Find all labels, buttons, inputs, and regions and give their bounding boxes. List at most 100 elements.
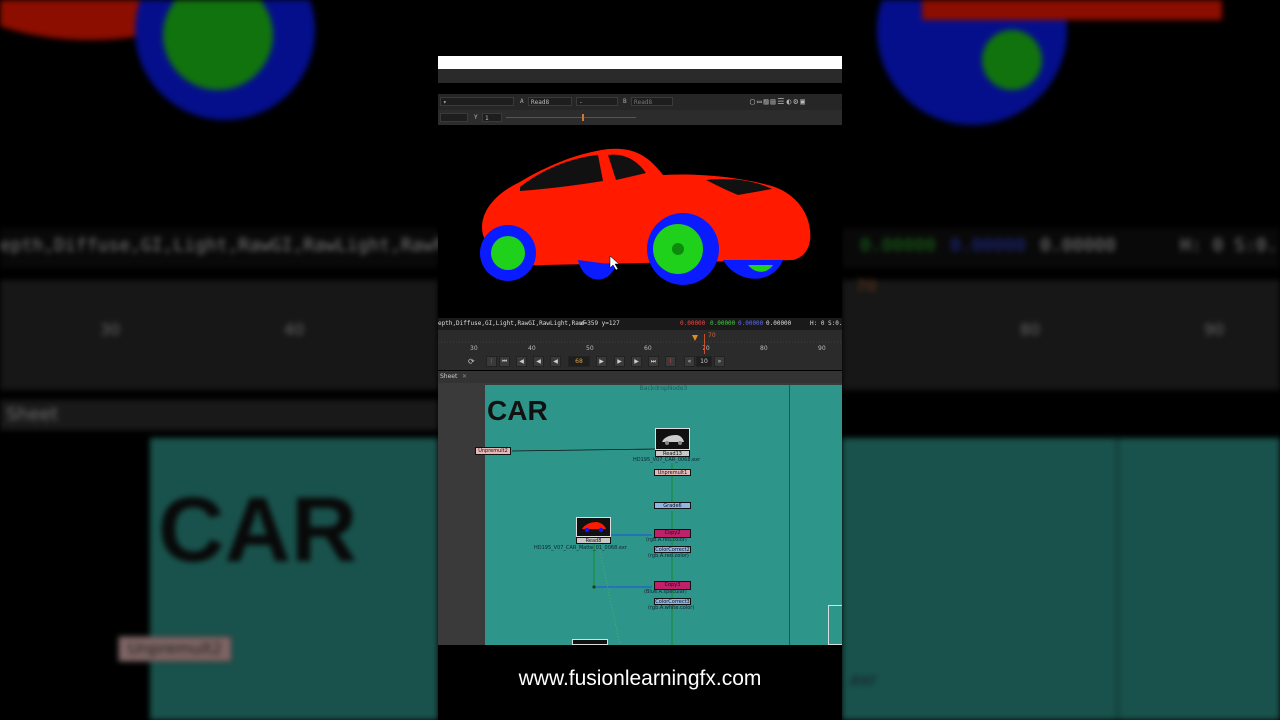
input-a-letter: A: [520, 98, 524, 105]
read8-filename: HD195_V07_CAR_Matte_01_0068.exr: [534, 545, 627, 551]
background-tick-90: 90: [1204, 320, 1225, 339]
background-wheel-preview: [877, 0, 1222, 125]
menu-bar: [438, 69, 842, 83]
nuke-interface: ▾ A Read8 - B Read8 ▢▭▨▤☰◐⚙▣ Y 1 epth,Di…: [438, 0, 842, 720]
channels-readout: epth,Diffuse,GI,Light,RawGI,RawLight,Raw…: [438, 320, 587, 327]
playhead-line: [704, 334, 705, 354]
input-b-value: Read8: [634, 99, 653, 106]
background-tick-30: 30: [100, 320, 121, 339]
viewer-toolbar-secondary: Y 1: [438, 110, 842, 125]
colorcorrect2-node[interactable]: ColorCorrect2: [654, 546, 691, 553]
timeline[interactable]: 30 40 50 60 70 80 90 70: [438, 330, 842, 354]
title-bar: [438, 56, 842, 69]
input-a-dropdown[interactable]: Read8: [528, 97, 572, 106]
y-field[interactable]: 1: [482, 113, 502, 122]
y-value: 1: [485, 115, 489, 122]
current-frame-field[interactable]: 68: [568, 356, 590, 367]
next-frame-button[interactable]: ▶: [614, 356, 625, 367]
car-matte-thumbnail-icon: [582, 522, 606, 533]
viewer-tool-icons[interactable]: ▢▭▨▤☰◐⚙▣: [750, 97, 807, 106]
out-point-button[interactable]: I: [665, 356, 676, 367]
next-keyframe-button[interactable]: ▶: [631, 356, 642, 367]
video-caption: www.fusionlearningfx.com: [438, 645, 842, 720]
last-frame-button[interactable]: ⏭: [648, 356, 659, 367]
unpremult1-node[interactable]: Unpremult1: [654, 469, 691, 476]
background-exr: .exr: [846, 670, 877, 689]
hs-readout: H: 0 S:0.: [810, 320, 842, 327]
tab-sheet[interactable]: Sheet: [440, 371, 457, 383]
grade-node[interactable]: Grade6: [654, 502, 691, 509]
step-forward-button[interactable]: »: [714, 356, 725, 367]
in-point-button[interactable]: I: [486, 356, 497, 367]
timeline-ruler: [438, 341, 842, 343]
car-thumbnail-icon: [662, 435, 684, 445]
car-matte-render: [480, 148, 811, 285]
y-label: Y: [474, 114, 478, 121]
first-frame-button[interactable]: ⏮: [499, 356, 510, 367]
input-b-dropdown[interactable]: Read8: [631, 97, 673, 106]
close-icon[interactable]: ✕: [462, 371, 467, 383]
chevron-down-icon: ▾: [443, 99, 447, 106]
tick-50: 50: [586, 345, 594, 352]
prev-frame-button[interactable]: ◀: [533, 356, 544, 367]
transport-controls: ⟳ I ⏮ ◀ ◀ ◀ 68 ▶ ▶ ▶ ⏭ I « 10 »: [438, 354, 842, 370]
background-hs: H: 0 S:0.: [1180, 235, 1278, 256]
node-connections: [511, 448, 673, 645]
operation-dropdown[interactable]: -: [576, 97, 618, 106]
read8-thumbnail[interactable]: [576, 517, 611, 537]
play-forward-button[interactable]: ▶: [596, 356, 607, 367]
background-sheet-tab: Sheet: [6, 404, 59, 425]
green-readout: 0.00000: [710, 320, 736, 327]
background-tick-80: 80: [1020, 320, 1041, 339]
coords-readout: x=359 y=127: [580, 320, 620, 327]
read8-node[interactable]: Read8: [576, 537, 611, 544]
background-left: epth,Diffuse,GI,Light,RawGI,RawLight,Raw…: [0, 0, 438, 720]
loop-icon[interactable]: ⟳: [468, 357, 475, 366]
read13-thumbnail[interactable]: [655, 428, 690, 450]
viewer-toolbar: ▾ A Read8 - B Read8 ▢▭▨▤☰◐⚙▣: [438, 94, 842, 110]
alpha-readout: 0.00000: [766, 320, 792, 327]
copy2-subtitle: (rgb.A.red.color): [646, 537, 687, 543]
background-car-preview: [0, 0, 315, 120]
front-wheel: [491, 236, 525, 270]
tick-90: 90: [818, 345, 826, 352]
step-field[interactable]: 10: [696, 356, 712, 367]
offscreen-node[interactable]: [828, 605, 842, 645]
copy3-subtitle: (Blue.A.specular): [644, 589, 687, 595]
viewer-canvas[interactable]: [438, 125, 842, 318]
read13-node[interactable]: Read13: [655, 450, 690, 457]
operation-value: -: [579, 99, 583, 106]
background-channels-text: epth,Diffuse,GI,Light,RawGI,RawLight,Raw…: [0, 235, 438, 256]
background-value-a: 0.00000: [1040, 235, 1116, 256]
tick-80: 80: [760, 345, 768, 352]
channels-dropdown[interactable]: ▾: [440, 97, 514, 106]
read13-filename: HD195_V07_CAR_0068.exr: [633, 457, 701, 463]
prev-keyframe-button[interactable]: ◀: [516, 356, 527, 367]
background-right: 0.00000 0.00000 0.00000 H: 0 S:0. 70 80 …: [842, 0, 1280, 720]
gain-field[interactable]: [440, 113, 468, 122]
playhead-icon[interactable]: [692, 335, 698, 341]
input-a-value: Read8: [531, 99, 550, 106]
unpremult2-node[interactable]: Unpremult2: [475, 447, 511, 455]
background-value-b: 0.00000: [950, 235, 1026, 256]
play-backward-button[interactable]: ◀: [550, 356, 561, 367]
rear-wheel-hub: [672, 243, 684, 255]
tick-40: 40: [528, 345, 536, 352]
background-car-title: CAR: [158, 479, 358, 581]
background-tick-40: 40: [284, 320, 305, 339]
gamma-slider[interactable]: [506, 117, 636, 118]
colorcorrect3-node[interactable]: ColorCorrect3: [654, 598, 691, 605]
step-back-button[interactable]: «: [684, 356, 695, 367]
tick-30: 30: [470, 345, 478, 352]
gamma-slider-handle[interactable]: [582, 114, 584, 121]
node-graph-tabbar: Sheet ✕: [438, 371, 842, 383]
pixel-info-bar: epth,Diffuse,GI,Light,RawGI,RawLight,Raw…: [438, 318, 842, 330]
background-marker: 70: [856, 276, 877, 295]
background-unpremult-node: Unpremult2: [118, 636, 232, 662]
background-value-g: 0.00000: [860, 235, 936, 256]
red-readout: 0.00000: [680, 320, 706, 327]
website-url: www.fusionlearningfx.com: [518, 667, 762, 690]
tick-60: 60: [644, 345, 652, 352]
input-b-letter: B: [623, 98, 627, 105]
node-graph[interactable]: BackdropNode3 CAR Unpremult2 Read13 HD19…: [438, 383, 842, 645]
